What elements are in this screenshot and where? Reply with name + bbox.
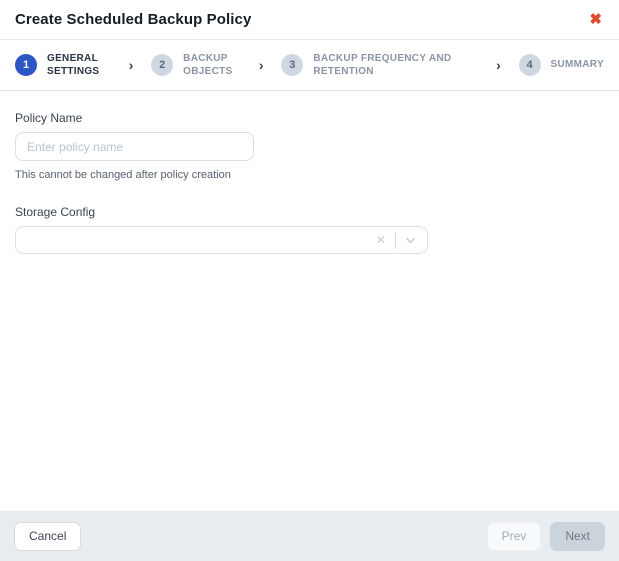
step-summary[interactable]: 4 SUMMARY — [519, 54, 604, 76]
policy-name-field-group: Policy Name This cannot be changed after… — [15, 111, 604, 181]
step-label: GENERAL SETTINGS — [47, 52, 111, 79]
modal-body: Policy Name This cannot be changed after… — [0, 91, 619, 274]
step-general-settings[interactable]: 1 GENERAL SETTINGS — [15, 52, 111, 79]
footer-right-group: Prev Next — [487, 522, 605, 551]
select-divider — [395, 232, 396, 249]
chevron-right-icon: › — [257, 57, 266, 73]
chevron-down-icon[interactable] — [403, 232, 418, 249]
step-backup-frequency-retention[interactable]: 3 BACKUP FREQUENCY AND RETENTION — [281, 52, 478, 79]
modal-title: Create Scheduled Backup Policy — [15, 11, 251, 28]
storage-config-select[interactable]: ✕ — [15, 226, 428, 254]
policy-name-label: Policy Name — [15, 111, 604, 125]
modal-header: Create Scheduled Backup Policy ✖ — [0, 0, 619, 40]
wizard-stepper: 1 GENERAL SETTINGS › 2 BACKUP OBJECTS › … — [0, 40, 619, 91]
step-number-badge: 4 — [519, 54, 541, 76]
step-label: BACKUP FREQUENCY AND RETENTION — [313, 52, 478, 79]
next-button[interactable]: Next — [550, 522, 605, 551]
step-number-badge: 3 — [281, 54, 303, 76]
close-icon[interactable]: ✖ — [587, 10, 604, 29]
step-backup-objects[interactable]: 2 BACKUP OBJECTS — [151, 52, 241, 79]
cancel-button[interactable]: Cancel — [14, 522, 81, 551]
create-scheduled-backup-policy-modal: Create Scheduled Backup Policy ✖ 1 GENER… — [0, 0, 619, 561]
policy-name-input[interactable] — [15, 132, 254, 161]
modal-footer: Cancel Prev Next — [0, 511, 619, 561]
chevron-right-icon: › — [494, 57, 503, 73]
policy-name-helper-text: This cannot be changed after policy crea… — [15, 169, 604, 181]
step-number-badge: 2 — [151, 54, 173, 76]
step-label: SUMMARY — [551, 58, 604, 72]
storage-config-label: Storage Config — [15, 205, 604, 219]
step-label: BACKUP OBJECTS — [183, 52, 241, 79]
clear-icon[interactable]: ✕ — [374, 232, 388, 248]
step-number-badge: 1 — [15, 54, 37, 76]
chevron-right-icon: › — [127, 57, 136, 73]
storage-config-field-group: Storage Config ✕ — [15, 205, 604, 254]
prev-button[interactable]: Prev — [487, 522, 542, 551]
